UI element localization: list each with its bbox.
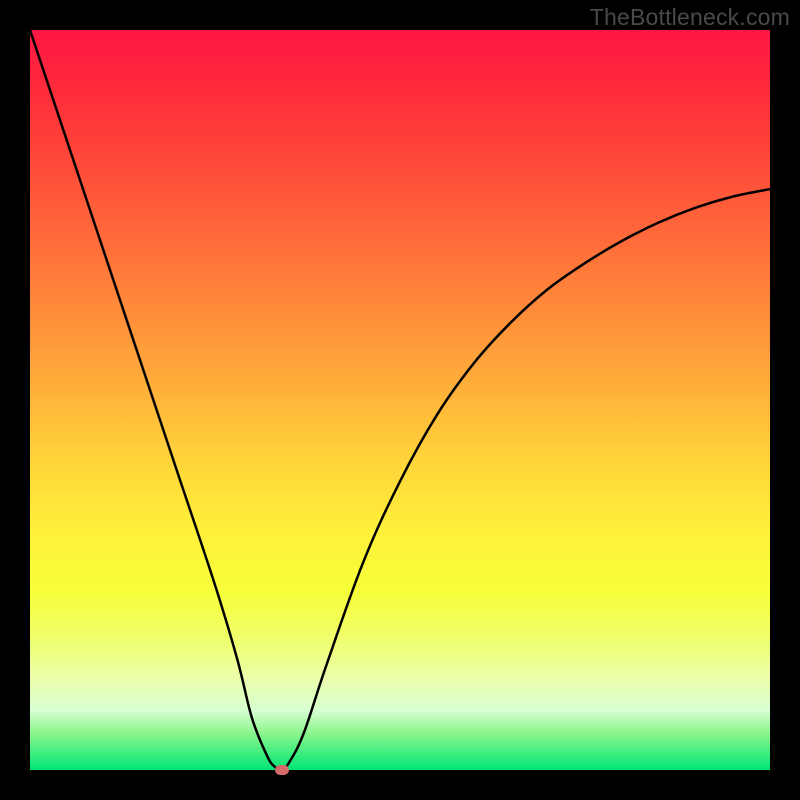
- watermark-text: TheBottleneck.com: [590, 4, 790, 31]
- plot-area: [30, 30, 770, 770]
- chart-container: TheBottleneck.com: [0, 0, 800, 800]
- minimum-marker: [275, 765, 289, 775]
- bottleneck-curve: [30, 30, 770, 770]
